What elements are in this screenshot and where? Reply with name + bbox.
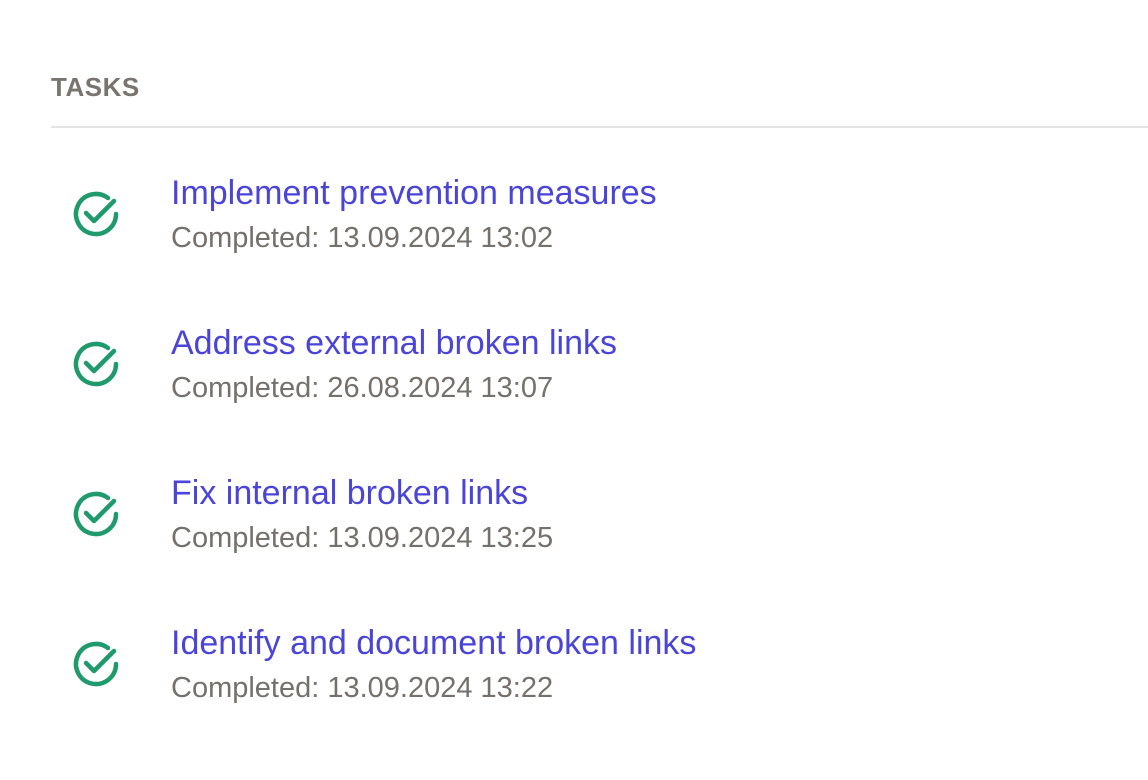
check-circle-icon	[73, 641, 119, 687]
task-item: Implement prevention measures Completed:…	[70, 172, 1070, 262]
task-title-link[interactable]: Identify and document broken links	[171, 622, 696, 664]
check-circle-icon	[73, 191, 119, 237]
task-item: Address external broken links Completed:…	[70, 322, 1070, 412]
task-completed-status: Completed: 13.09.2024 13:25	[171, 522, 554, 554]
task-title-link[interactable]: Address external broken links	[171, 322, 617, 364]
task-completed-status: Completed: 13.09.2024 13:22	[171, 672, 554, 704]
task-title-link[interactable]: Fix internal broken links	[171, 472, 528, 514]
tasks-panel: TASKS Implement prevention measures Comp…	[0, 0, 1148, 780]
check-circle-icon	[73, 491, 119, 537]
task-title-link[interactable]: Implement prevention measures	[171, 172, 657, 214]
check-circle-icon	[73, 341, 119, 387]
task-item: Fix internal broken links Completed: 13.…	[70, 472, 1070, 562]
task-list: Implement prevention measures Completed:…	[0, 0, 1148, 780]
task-item: Identify and document broken links Compl…	[70, 622, 1070, 712]
task-completed-status: Completed: 13.09.2024 13:02	[171, 222, 554, 254]
task-completed-status: Completed: 26.08.2024 13:07	[171, 372, 554, 404]
